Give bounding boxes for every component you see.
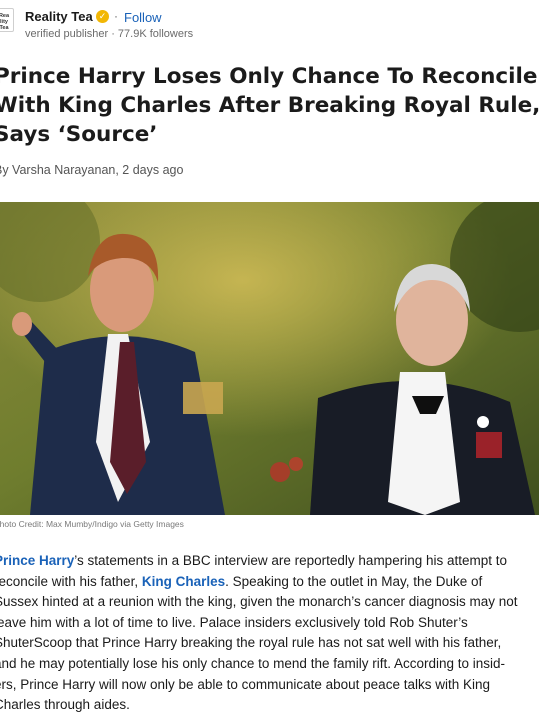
link-king-charles[interactable]: King Charles <box>142 574 225 589</box>
follow-button[interactable]: Follow <box>124 10 162 25</box>
photo-credit: Photo Credit: Max Mumby/Indigo via Getty… <box>0 519 184 529</box>
publisher-logo[interactable]: RealityTea <box>0 8 14 32</box>
article-title: Prince Harry Loses Only Chance To Reconc… <box>0 64 539 147</box>
body-text-2: . Speaking to the outlet in May, the Duk… <box>0 573 518 713</box>
article-byline: By Varsha Narayanan, 2 days ago <box>0 163 184 177</box>
verified-badge-icon: ✓ <box>96 10 109 23</box>
publisher-name[interactable]: Reality Tea <box>25 9 93 24</box>
separator-dot: · <box>114 9 118 23</box>
publisher-subtitle: verified publisher · 77.9K followers <box>25 28 194 40</box>
link-prince-harry[interactable]: Prince Harry <box>0 553 74 568</box>
article-body: Prince Harry’s statements in a BBC inter… <box>0 551 539 716</box>
article-photo <box>0 202 539 515</box>
publisher-header: RealityTea Reality Tea ✓ · Follow verifi… <box>0 6 539 42</box>
